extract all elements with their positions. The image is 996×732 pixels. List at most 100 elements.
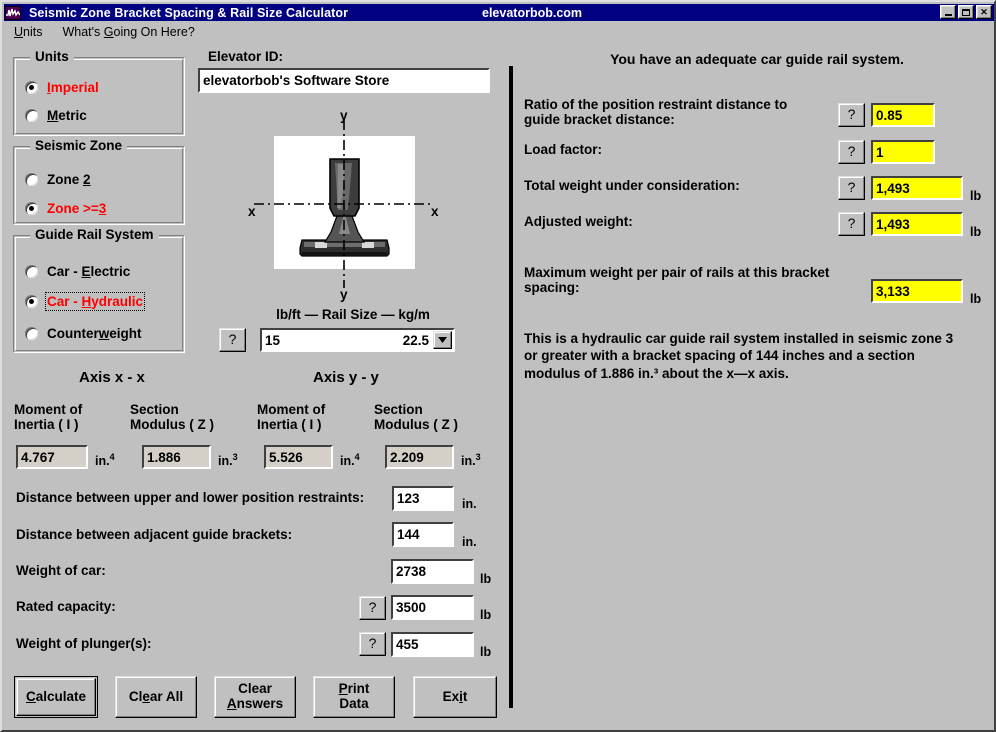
radio-car-hydraulic[interactable]: Car - Hydraulic: [25, 292, 146, 311]
radio-metric-indicator: [25, 109, 38, 122]
title-bar: Seismic Zone Bracket Spacing & Rail Size…: [4, 4, 994, 21]
rail-size-header: lb/ft — Rail Size — kg/m: [276, 307, 430, 322]
a1post: ar All: [149, 688, 184, 704]
radio-zone2-indicator: [25, 173, 38, 186]
weight-of-car-input[interactable]: 2738: [391, 559, 474, 584]
axis-y-inertia-label: Moment of Inertia ( I ): [257, 402, 325, 432]
ratio-label: Ratio of the position restraint distance…: [524, 97, 787, 127]
g2post: eight: [109, 326, 142, 341]
radio-imperial-label: Imperial: [47, 80, 99, 95]
seismic-group-title: Seismic Zone: [30, 138, 128, 153]
calculate-button[interactable]: Calculate: [14, 676, 98, 718]
seismograph-icon: [5, 5, 21, 20]
calculate-label: Calculate: [26, 688, 87, 705]
axis-x-modulus-label: Section Modulus ( Z ): [130, 402, 214, 432]
a4post: t: [462, 688, 468, 704]
c1l1: Section: [130, 402, 179, 417]
units-groupbox: Units: [13, 49, 185, 136]
rated-capacity-help-label: ?: [368, 599, 377, 616]
radio-car-electric[interactable]: Car - Electric: [25, 264, 130, 279]
axis-x-inertia-label: Moment of Inertia ( I ): [14, 402, 82, 432]
total-weight-unit: lb: [970, 189, 982, 203]
window-subtitle: elevatorbob.com: [482, 5, 583, 20]
adjusted-weight-value: 1,493: [871, 212, 963, 236]
axis-x-modulus-value: 1.886: [142, 445, 211, 469]
exit-label: Exit: [442, 688, 468, 705]
weight-of-plungers-input[interactable]: 455: [391, 632, 474, 657]
elevator-id-input[interactable]: elevatorbob's Software Store: [198, 68, 490, 93]
menu-item-units[interactable]: Units: [8, 24, 48, 40]
guide-brackets-input[interactable]: 144: [392, 522, 454, 547]
window-controls: ✕: [940, 5, 992, 19]
load-factor-value: 1: [871, 140, 935, 164]
radio-zone-2[interactable]: Zone 2: [25, 172, 91, 187]
guide-brackets-label: Distance between adjacent guide brackets…: [16, 527, 293, 542]
radio-counterweight[interactable]: Counterweight: [25, 326, 142, 341]
ratio-help-button[interactable]: ?: [838, 103, 865, 127]
c0e: 4: [109, 452, 115, 462]
load-factor-help-label: ?: [847, 143, 856, 160]
g1post: ydraulic: [91, 294, 144, 309]
g1accel: H: [81, 294, 92, 309]
a3post: rint: [347, 681, 370, 697]
radio-car-hydraulic-label: Car - Hydraulic: [44, 292, 146, 311]
adjusted-weight-help-button[interactable]: ?: [838, 212, 865, 236]
a1accel: e: [142, 688, 150, 704]
minimize-button[interactable]: [940, 5, 956, 19]
rated-capacity-input[interactable]: 3500: [391, 595, 474, 620]
mwl2: spacing:: [524, 280, 580, 296]
radio-counterweight-label: Counterweight: [47, 326, 142, 341]
rated-capacity-unit: lb: [480, 608, 492, 622]
c3l1: Section: [374, 402, 423, 417]
weight-of-car-unit: lb: [480, 572, 492, 586]
c0l1: Moment of: [14, 402, 83, 417]
total-weight-help-label: ?: [847, 179, 856, 196]
rated-capacity-help-button[interactable]: ?: [359, 596, 386, 620]
radio-car-hydraulic-indicator: [25, 295, 38, 308]
max-weight-value: 3,133: [871, 279, 963, 303]
radio-zone-3-or-greater[interactable]: Zone >=3: [25, 201, 106, 216]
a4pre: Ex: [442, 688, 460, 704]
total-weight-help-button[interactable]: ?: [838, 176, 865, 200]
exit-button[interactable]: Exit: [413, 676, 497, 718]
a3l2: Data: [339, 696, 369, 711]
radio-counterweight-indicator: [25, 327, 38, 340]
r0l2: guide bracket distance:: [524, 112, 675, 128]
adjusted-weight-help-label: ?: [847, 215, 856, 232]
u1accel: M: [47, 108, 59, 123]
axis-x-modulus-unit: in.3: [218, 452, 238, 468]
ratio-value: 0.85: [871, 103, 935, 127]
weight-of-plungers-label: Weight of plunger(s):: [16, 636, 152, 651]
axis-x-inertia-value: 4.767: [16, 445, 88, 469]
menu-item-whats-going-on-here[interactable]: What's Going On Here?: [56, 24, 200, 40]
load-factor-help-button[interactable]: ?: [838, 140, 865, 164]
max-weight-label: Maximum weight per pair of rails at this…: [524, 265, 829, 295]
radio-units-metric[interactable]: Metric: [25, 108, 87, 123]
radio-zone2-label: Zone 2: [47, 172, 91, 187]
clear-answers-button[interactable]: Clear Answers: [214, 676, 296, 718]
close-button[interactable]: ✕: [976, 5, 992, 19]
rail-size-combobox[interactable]: 15 22.5: [260, 328, 455, 352]
guide-brackets-unit: in.: [462, 535, 477, 549]
clear-all-button[interactable]: Clear All: [115, 676, 197, 718]
position-restraints-input[interactable]: 123: [392, 486, 454, 511]
menu-help-accel: G: [103, 24, 114, 39]
weight-of-plungers-help-button[interactable]: ?: [359, 632, 386, 656]
rail-size-dropdown-arrow-icon[interactable]: [433, 331, 452, 349]
radio-imperial-indicator: [25, 81, 38, 94]
u1post: etric: [58, 108, 87, 123]
rail-size-help-button[interactable]: ?: [219, 328, 246, 352]
results-summary: This is a hydraulic car guide rail syste…: [524, 330, 953, 382]
a0post: alculate: [35, 688, 87, 704]
c1e: 3: [232, 452, 238, 462]
weight-of-plungers-help-label: ?: [368, 635, 377, 652]
sum1: This is a hydraulic car guide rail syste…: [524, 331, 954, 346]
radio-car-electric-indicator: [25, 265, 38, 278]
maximize-button[interactable]: [958, 5, 974, 19]
sum2: or greater with a bracket spacing of 144…: [524, 348, 915, 364]
print-data-button[interactable]: Print Data: [313, 676, 395, 718]
radio-units-imperial[interactable]: Imperial: [25, 80, 99, 95]
s0accel: 2: [83, 172, 91, 187]
radio-car-electric-label: Car - Electric: [47, 264, 130, 279]
adjusted-weight-label: Adjusted weight:: [524, 214, 633, 229]
